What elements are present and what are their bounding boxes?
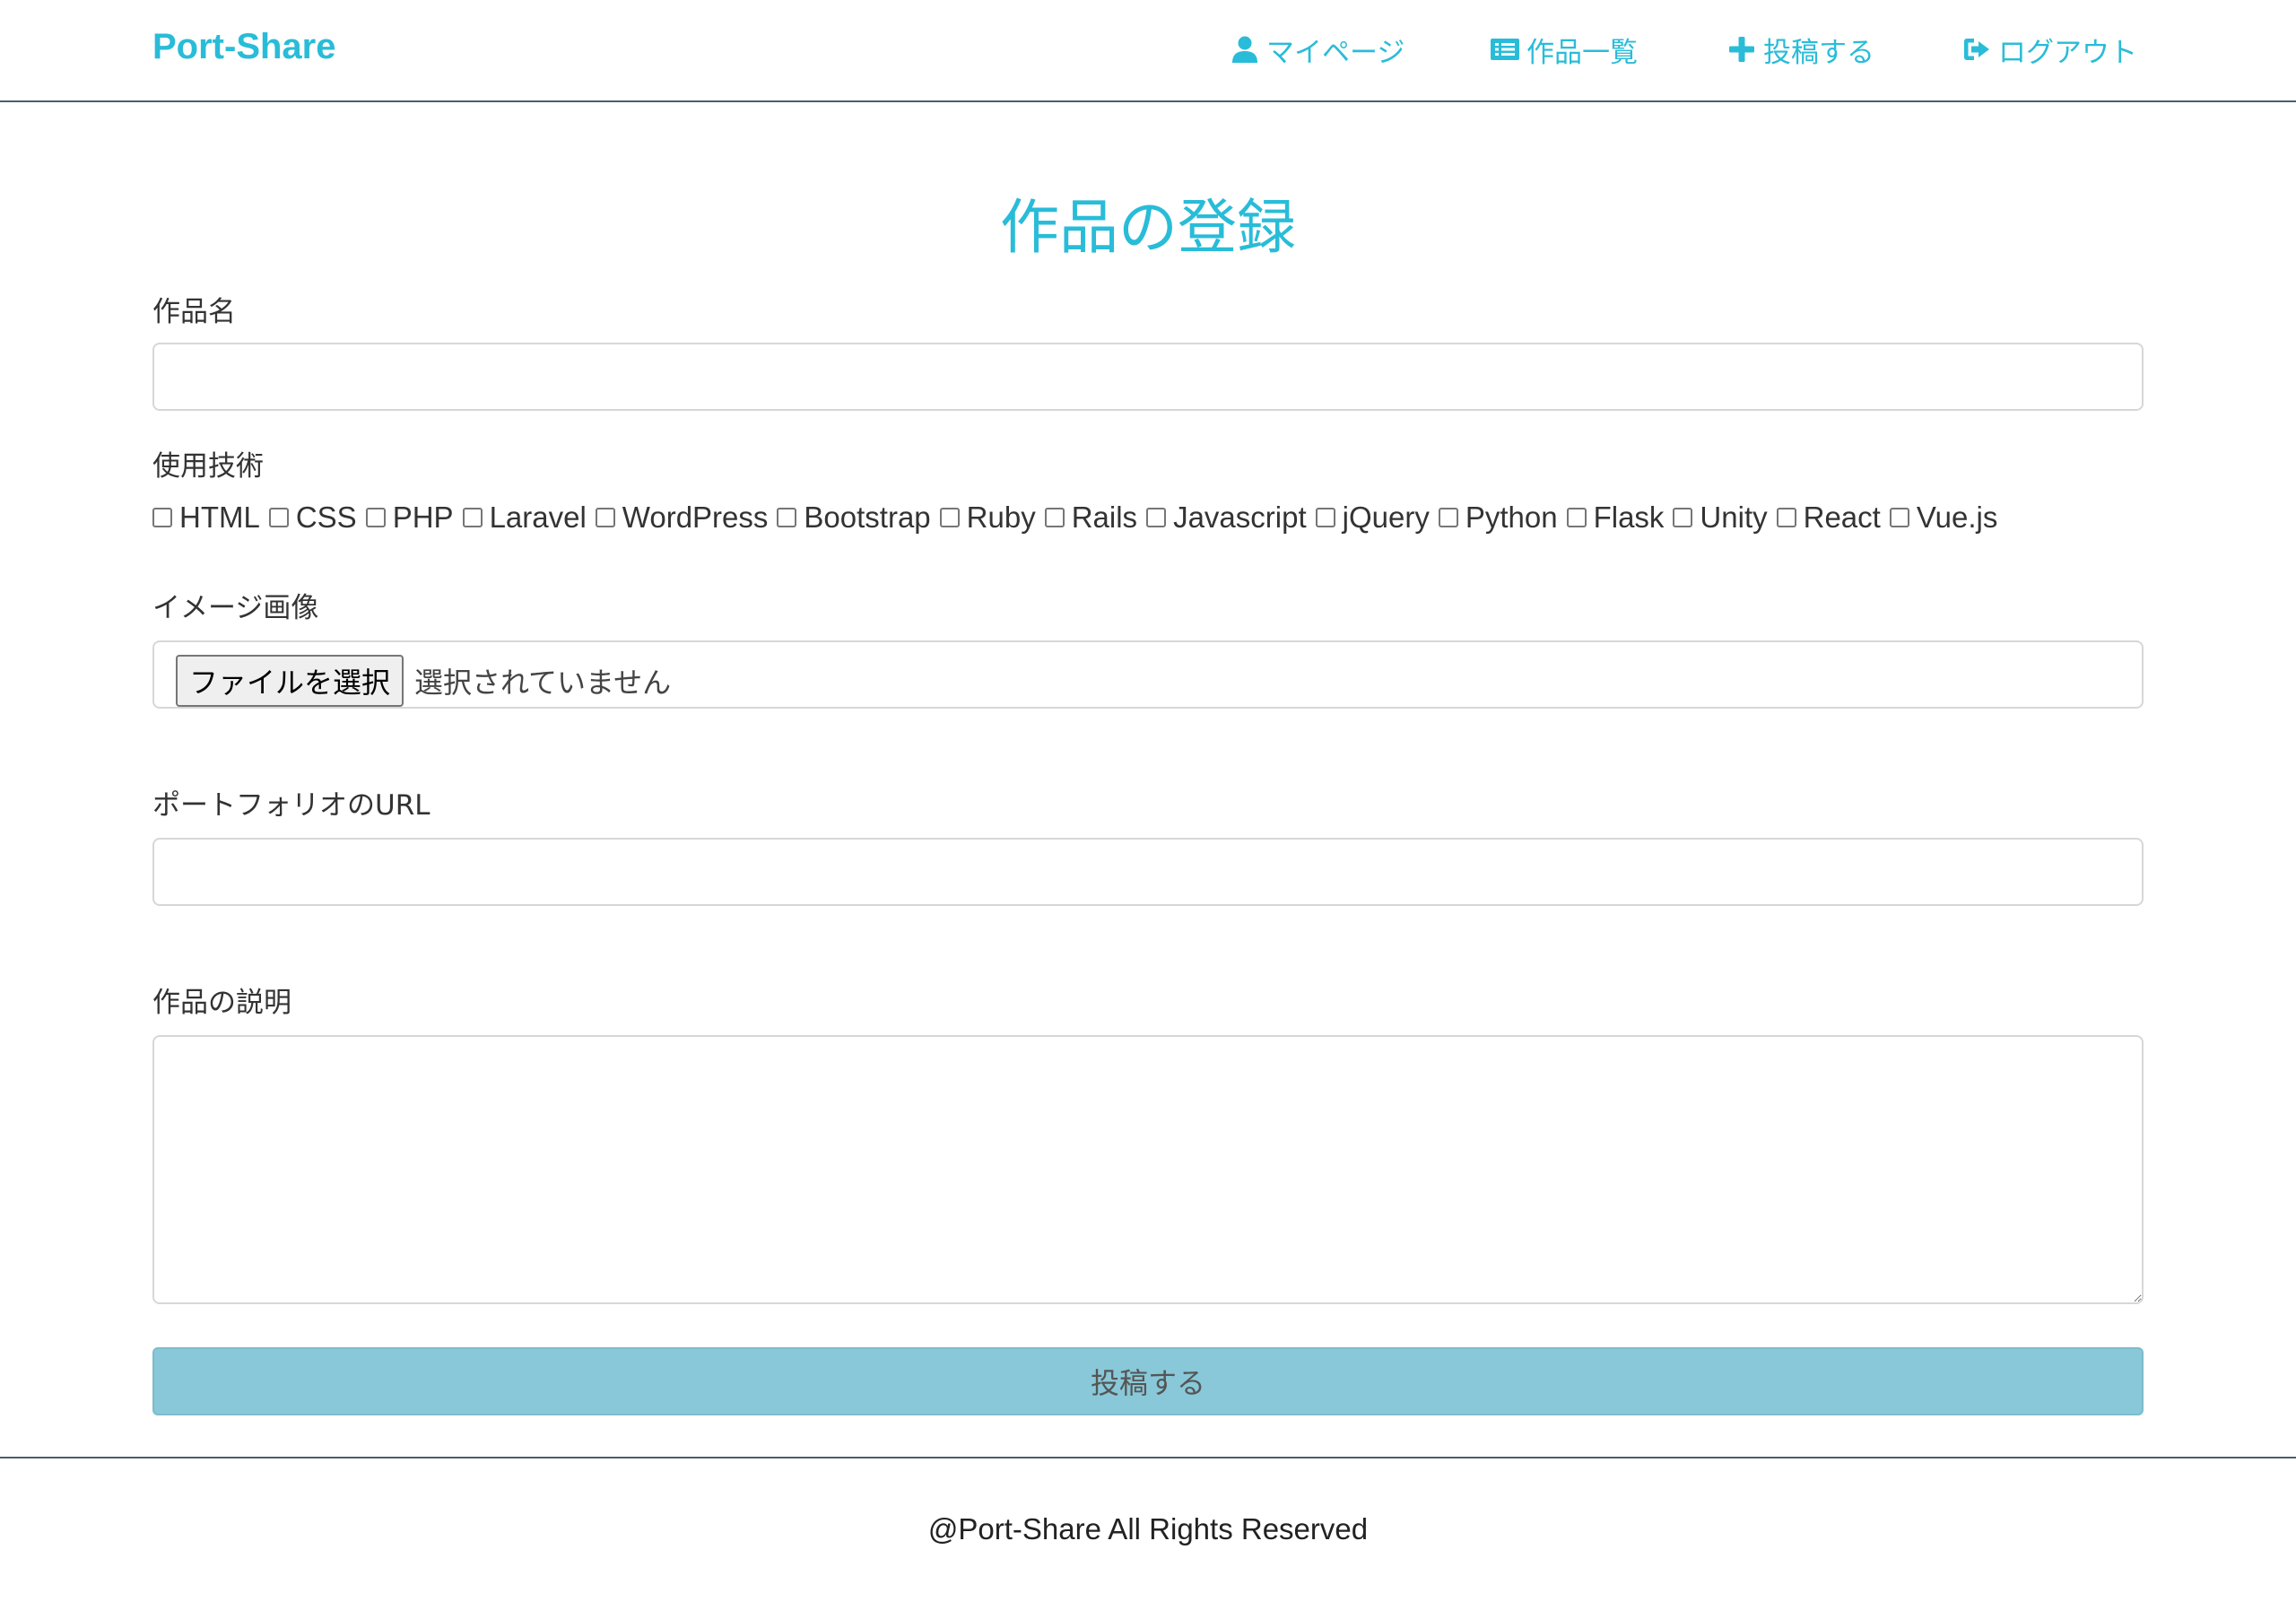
work-name-label: 作品名 <box>152 296 236 328</box>
checkbox-box[interactable] <box>462 508 483 527</box>
tech-checkbox-label: Unity <box>1700 501 1768 534</box>
tech-checkbox-label: Laravel <box>489 501 587 534</box>
site-footer: @Port-Share All Rights Reserved <box>0 1457 2296 1602</box>
description-textarea[interactable] <box>152 1035 2144 1304</box>
nav-post-label: 投稿する <box>1763 36 1874 69</box>
tech-checkbox-vue-js[interactable]: Vue.js <box>1889 501 1998 535</box>
checkbox-box[interactable] <box>1776 508 1796 527</box>
tech-checkbox-label: HTML <box>179 501 260 534</box>
portfolio-url-input[interactable] <box>152 838 2144 906</box>
tech-checkbox-jquery[interactable]: jQuery <box>1315 501 1430 535</box>
checkbox-box[interactable] <box>777 508 797 527</box>
nav-logout-link[interactable]: ログアウト <box>1962 27 2137 72</box>
nav-list-link[interactable]: 作品一覧 <box>1491 27 1638 72</box>
tech-checkbox-label: Bootstrap <box>804 501 931 534</box>
checkbox-box[interactable] <box>1044 508 1065 527</box>
image-label: イメージ画像 <box>152 592 319 624</box>
tech-checkbox-label: PHP <box>392 501 454 534</box>
tech-checkbox-python[interactable]: Python <box>1438 501 1558 535</box>
technologies-label: 使用技術 <box>152 450 264 483</box>
tech-checkbox-label: Python <box>1465 501 1558 534</box>
tech-checkbox-html[interactable]: HTML <box>152 501 260 535</box>
checkbox-box[interactable] <box>1438 508 1458 527</box>
file-status-text: 選択されていません <box>414 666 672 700</box>
technology-checkbox-group: HTML CSS PHP Laravel WordPress Bootstrap Ruby R… <box>152 495 2006 540</box>
nav-list-label: 作品一覧 <box>1526 36 1638 69</box>
checkbox-box[interactable] <box>365 508 386 527</box>
tech-checkbox-php[interactable]: PHP <box>365 501 454 535</box>
description-label: 作品の説明 <box>152 987 291 1019</box>
nav-mypage-link[interactable]: マイページ <box>1231 27 1405 72</box>
image-file-input: ファイルを選択 選択されていません <box>152 640 2144 709</box>
submit-button[interactable]: 投稿する <box>152 1347 2144 1415</box>
user-icon <box>1232 36 1257 63</box>
tech-checkbox-label: CSS <box>295 501 357 534</box>
tech-checkbox-rails[interactable]: Rails <box>1044 501 1138 535</box>
tech-checkbox-label: Vue.js <box>1916 501 1998 534</box>
checkbox-box[interactable] <box>268 508 289 527</box>
checkbox-box[interactable] <box>152 508 172 527</box>
tech-checkbox-label: Rails <box>1071 501 1138 534</box>
tech-checkbox-flask[interactable]: Flask <box>1566 501 1665 535</box>
nav-logout-label: ログアウト <box>1998 36 2137 69</box>
copyright-text: @Port-Share All Rights Reserved <box>927 1512 1369 1545</box>
sign-out-icon <box>1964 39 1989 60</box>
checkbox-box[interactable] <box>1566 508 1587 527</box>
tech-checkbox-label: React <box>1803 501 1881 534</box>
checkbox-box[interactable] <box>1673 508 1693 527</box>
tech-checkbox-label: WordPress <box>622 501 769 534</box>
list-icon <box>1491 39 1519 60</box>
tech-checkbox-css[interactable]: CSS <box>268 501 357 535</box>
nav-post-link[interactable]: 投稿する <box>1727 27 1874 72</box>
page-title: 作品の登録 <box>1000 193 1296 262</box>
tech-checkbox-ruby[interactable]: Ruby <box>939 501 1036 535</box>
plus-icon <box>1729 37 1754 62</box>
tech-checkbox-label: Javascript <box>1173 501 1307 534</box>
nav-mypage-label: マイページ <box>1266 36 1405 69</box>
checkbox-box[interactable] <box>939 508 960 527</box>
site-header: Port-Share マイページ 作品一覧 投稿する ログアウト <box>0 0 2296 102</box>
checkbox-box[interactable] <box>1146 508 1167 527</box>
tech-checkbox-label: jQuery <box>1342 501 1430 534</box>
checkbox-box[interactable] <box>1889 508 1909 527</box>
choose-file-button[interactable]: ファイルを選択 <box>176 655 404 707</box>
tech-checkbox-javascript[interactable]: Javascript <box>1146 501 1307 535</box>
portfolio-url-label: ポートフォリオのURL <box>152 789 430 822</box>
tech-checkbox-unity[interactable]: Unity <box>1673 501 1768 535</box>
checkbox-box[interactable] <box>1315 508 1335 527</box>
work-name-input[interactable] <box>152 343 2144 411</box>
tech-checkbox-label: Ruby <box>966 501 1036 534</box>
tech-checkbox-wordpress[interactable]: WordPress <box>595 501 769 535</box>
tech-checkbox-laravel[interactable]: Laravel <box>462 501 587 535</box>
site-logo[interactable]: Port-Share <box>152 27 336 67</box>
tech-checkbox-react[interactable]: React <box>1776 501 1881 535</box>
checkbox-box[interactable] <box>595 508 615 527</box>
tech-checkbox-bootstrap[interactable]: Bootstrap <box>777 501 931 535</box>
tech-checkbox-label: Flask <box>1593 501 1665 534</box>
